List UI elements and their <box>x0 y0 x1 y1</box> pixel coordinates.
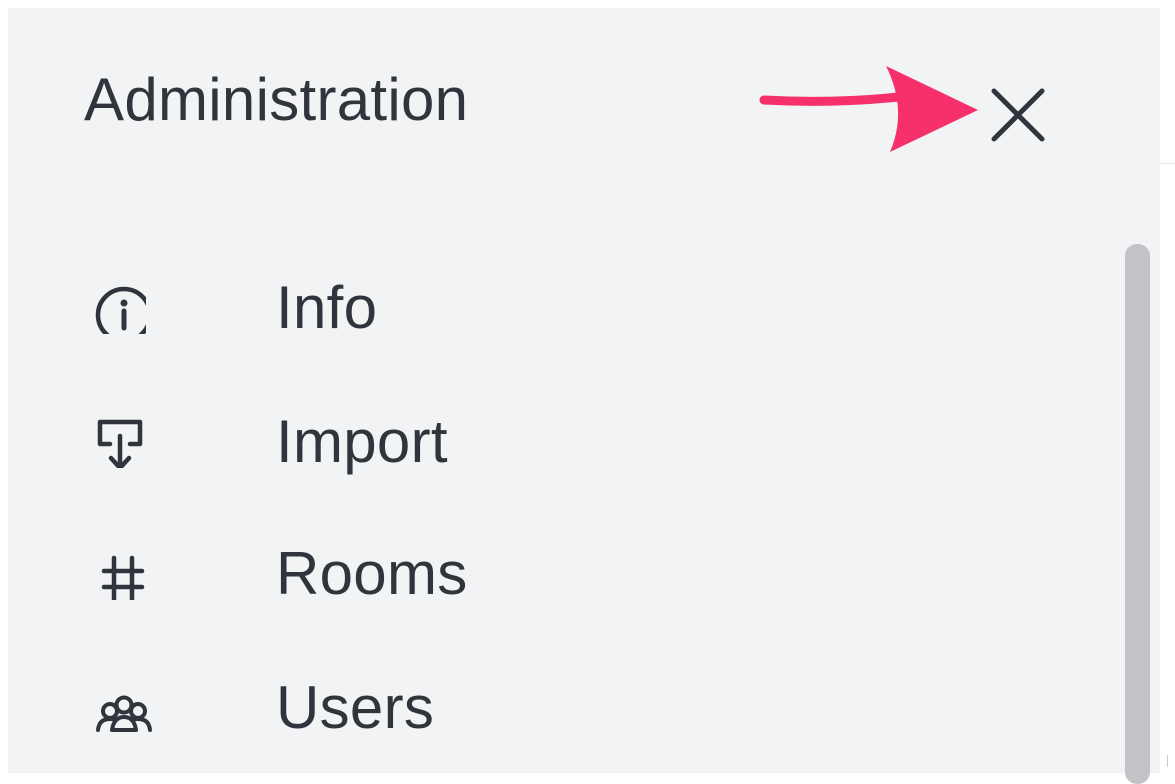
menu-item-rooms[interactable]: Rooms <box>72 512 1102 622</box>
close-icon <box>991 88 1045 142</box>
scrollbar-thumb[interactable] <box>1125 244 1150 784</box>
menu-item-label: Info <box>276 274 378 341</box>
menu-item-label: Users <box>276 674 435 741</box>
import-icon <box>86 408 146 471</box>
page-title: Administration <box>84 66 469 133</box>
menu-item-label: Rooms <box>276 540 468 607</box>
content-divider <box>1160 163 1175 164</box>
menu-item-info[interactable]: Info <box>72 246 1102 356</box>
hashtag-icon <box>86 540 146 603</box>
menu-item-import[interactable]: Import <box>72 380 1102 490</box>
info-circle-icon <box>86 274 153 344</box>
team-icon <box>86 674 152 734</box>
scrollbar[interactable] <box>1117 238 1152 784</box>
content-edge-mark <box>1167 755 1168 767</box>
menu-item-label: Import <box>276 408 448 475</box>
menu-item-users[interactable]: Users <box>72 646 1102 756</box>
close-button[interactable] <box>975 72 1055 152</box>
